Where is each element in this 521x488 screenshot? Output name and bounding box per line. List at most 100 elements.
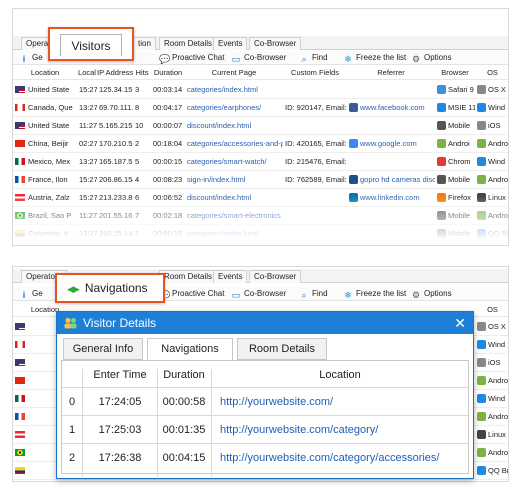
location-cell: Canada, Que <box>13 99 77 117</box>
gear-icon: ⚙ <box>411 290 421 300</box>
tab-navigations[interactable]: Navigations <box>147 338 233 361</box>
browser-icon <box>437 175 446 184</box>
proactive-chat-button-2[interactable]: 💬Proactive Chat <box>159 287 224 301</box>
co-browser-button-2[interactable]: ▭ Co-Browser <box>231 287 287 301</box>
col-os[interactable]: OS <box>475 66 508 80</box>
flag-icon-us <box>15 122 25 129</box>
current-page-link[interactable]: categories/earphones/ <box>185 99 283 117</box>
tab-room-details-dialog[interactable]: Room Details <box>237 338 327 360</box>
flag-icon-co <box>15 467 25 474</box>
freeze-list-button-2[interactable]: ❄ Freeze the list <box>343 287 406 301</box>
referrer-cell[interactable]: www.facebook.com <box>347 99 435 117</box>
col-hits[interactable]: Hits <box>133 66 151 80</box>
current-page-link[interactable]: categories/smart-watch/ <box>185 153 283 171</box>
col-location[interactable]: Location <box>13 66 77 80</box>
tab-general-info[interactable]: General Info <box>63 338 143 360</box>
os-cell: Andro <box>475 408 508 426</box>
tab-events-2[interactable]: Events <box>213 270 248 283</box>
location-link[interactable]: http://yourwebsite.com/ <box>220 388 468 416</box>
col-custom-fields[interactable]: Custom Fields <box>283 66 347 80</box>
current-page-link[interactable]: categories/index.html <box>185 81 283 99</box>
navigation-row[interactable]: 2 17:26:38 00:04:15 http://yourwebsite.com/… <box>62 443 468 471</box>
os-icon <box>477 412 486 421</box>
referrer-cell <box>347 117 435 135</box>
table-row[interactable]: Canada, Que 13:27 69.70.111. 8 00:04:17 categ… <box>13 99 508 117</box>
tab-events[interactable]: Events <box>213 37 248 50</box>
location-cell <box>13 462 53 480</box>
find-button[interactable]: ⌕ Find <box>299 51 327 65</box>
row-index: 1 <box>68 424 76 436</box>
tab-room-details[interactable]: Room Details <box>159 37 218 50</box>
table-row[interactable]: China, Beijir 02:27 170.210.52 2 00:18:04 cat… <box>13 135 508 153</box>
referrer-cell[interactable]: gopro hd cameras disc <box>347 171 435 189</box>
col-location-dialog[interactable]: Location <box>212 365 468 385</box>
col-os-2[interactable]: OS <box>475 303 508 317</box>
visitor-details-dialog: Visitor Details ✕ General Info Navigatio… <box>56 311 474 479</box>
hits-cell: 2 <box>135 139 140 148</box>
table-row[interactable]: Mexico, Mex 13:27 165.187.5. 5 00:00:15 categ… <box>13 153 508 171</box>
browser-cell: Mobile <box>435 171 475 189</box>
tab-co-browser[interactable]: Co-Browser <box>249 37 302 50</box>
co-browser-button[interactable]: ▭ Co-Browser <box>231 51 287 65</box>
close-icon[interactable]: ✕ <box>454 312 466 334</box>
navigation-row[interactable]: 0 17:24:05 00:00:58 http://yourwebsite.com/ <box>62 387 468 415</box>
referrer-site-icon <box>349 103 358 112</box>
location-link[interactable]: http://yourwebsite.com/category/ <box>220 416 468 444</box>
location-link[interactable]: http://yourwebsite.com/category/accessor… <box>220 444 468 472</box>
visitors-tab-callout: Visitors <box>48 27 134 61</box>
options-button[interactable]: ⚙ Options <box>411 51 452 65</box>
navigations-list: Enter Time Duration Location 0 17:24:05 00… <box>61 360 469 477</box>
gear-icon: ⚙ <box>411 54 421 64</box>
local-time-cell: 02:27 <box>79 139 97 148</box>
os-cell: Andro <box>475 444 508 462</box>
current-page-link[interactable]: sign-in/index.html <box>185 171 283 189</box>
duration-cell: 00:01:35 <box>162 424 206 436</box>
table-row[interactable]: France, Ilon 15:27 206.86.154 4 00:08:23 sign… <box>13 171 508 189</box>
table-row[interactable]: United State 11:27 5.165.215. 10 00:00:07 dis… <box>13 117 508 135</box>
flag-icon-fr <box>15 176 25 183</box>
col-duration[interactable]: Duration <box>151 66 185 80</box>
referrer-cell[interactable]: www.google.com <box>347 135 435 153</box>
freeze-list-button[interactable]: ❄ Freeze the list <box>343 51 406 65</box>
flag-icon-cn <box>15 140 25 147</box>
location-cell <box>13 444 53 462</box>
browser-icon <box>437 121 446 130</box>
os-icon <box>477 121 486 130</box>
hits-cell: 8 <box>135 103 140 112</box>
flag-icon-us <box>15 323 25 330</box>
col-referrer[interactable]: Referrer <box>347 66 435 80</box>
ip-cell: 125.34.15. <box>99 85 133 94</box>
general-info-button-2[interactable]: i Ge <box>19 287 43 301</box>
os-cell: OS X <box>475 318 508 336</box>
options-button-2[interactable]: ⚙ Options <box>411 287 452 301</box>
search-icon: ⌕ <box>301 290 307 300</box>
location-cell <box>13 408 53 426</box>
col-local[interactable]: Local <box>77 66 97 80</box>
browser-cell: Androi <box>435 135 475 153</box>
current-page-link[interactable]: discount/index.html <box>185 117 283 135</box>
col-enter-time[interactable]: Enter Time <box>84 365 156 385</box>
table-row[interactable]: United State 15:27 125.34.15. 3 00:03:14 cate… <box>13 81 508 99</box>
os-cell: Wind <box>475 153 508 171</box>
tab-partial[interactable]: tion <box>133 37 156 50</box>
navigation-row[interactable]: 1 17:25:03 00:01:35 http://yourwebsite.com/… <box>62 415 468 443</box>
general-info-button[interactable]: i Ge <box>19 51 43 65</box>
navigations-callout: ◀▶ Navigations <box>55 273 165 303</box>
location-cell: France, Ilon <box>13 171 77 189</box>
proactive-chat-button[interactable]: 💬 Proactive Chat <box>159 51 224 65</box>
tab-room-details-2[interactable]: Room Details <box>159 270 218 283</box>
find-button-2[interactable]: ⌕ Find <box>299 287 327 301</box>
duration-cell: 00:08:23 <box>153 175 183 184</box>
current-page-link[interactable]: categories/accessories-and-p <box>185 135 283 153</box>
os-icon <box>477 157 486 166</box>
tab-visitors[interactable]: Visitors <box>60 34 122 56</box>
tab-co-browser-2[interactable]: Co-Browser <box>249 270 302 283</box>
dialog-title-bar[interactable]: Visitor Details ✕ <box>57 312 473 334</box>
col-ip[interactable]: IP Address <box>97 66 133 80</box>
col-current-page[interactable]: Current Page <box>185 66 283 80</box>
os-cell: Andro <box>475 171 508 189</box>
local-time-cell: 11:27 <box>79 121 97 130</box>
flag-icon-ca <box>15 104 25 111</box>
col-duration-dialog[interactable]: Duration <box>158 365 210 385</box>
col-browser[interactable]: Browser <box>435 66 475 80</box>
